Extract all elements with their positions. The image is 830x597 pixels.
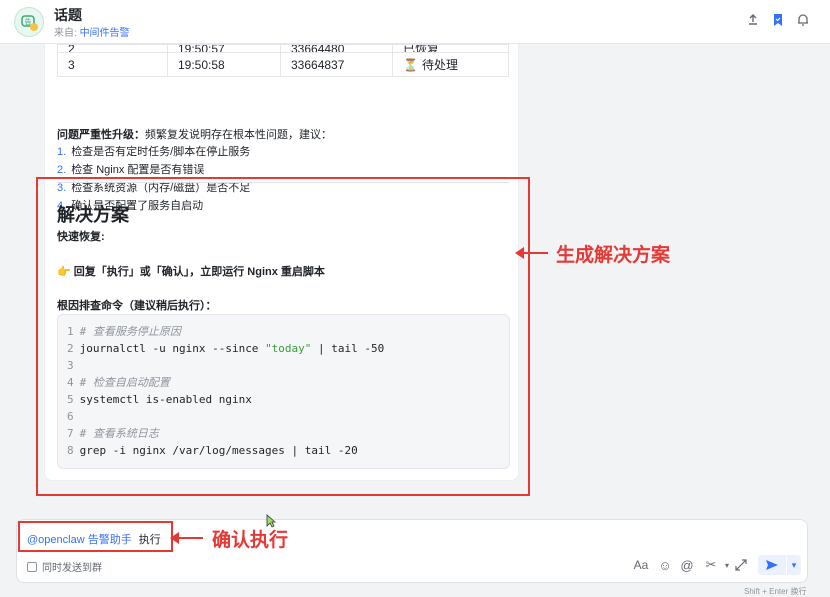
row-status: ⏳ 待处理 — [392, 52, 509, 77]
issue-summary: 问题严重性升级：频繁复发说明存在根本性问题，建议： — [57, 129, 332, 141]
solution-annotation: 生成解决方案 — [556, 245, 671, 266]
send-to-group-option[interactable]: 同时发送到群 — [27, 559, 102, 574]
expand-icon[interactable] — [733, 557, 749, 573]
send-button[interactable] — [758, 555, 786, 575]
hourglass-icon: ⏳ — [403, 58, 418, 72]
confirm-highlight-box — [18, 521, 173, 552]
mouse-cursor-icon — [266, 514, 276, 528]
source-link[interactable]: 中间件告警 — [80, 28, 130, 39]
group-avatar[interactable]: 告 — [14, 7, 44, 37]
source-info: 来自: 中间件告警 — [54, 24, 130, 39]
send-to-group-checkbox[interactable] — [27, 561, 37, 572]
table-row: 3 19:50:58 33664837 ⏳ 待处理 — [57, 52, 509, 77]
emoji-icon[interactable]: ☺ — [657, 557, 673, 573]
mention-icon[interactable]: @ — [679, 557, 695, 573]
shortcut-hint: Shift + Enter 换行 — [744, 587, 807, 596]
source-prefix: 来自: — [54, 28, 77, 39]
row-index: 3 — [57, 52, 168, 77]
svg-text:告: 告 — [25, 17, 32, 26]
send-icon — [766, 560, 778, 570]
list-item: 1. 检查是否有定时任务/脚本在停止服务 — [57, 146, 251, 158]
row-id: 33664837 — [280, 52, 393, 77]
alert-bot-icon: 告 — [21, 15, 38, 31]
bookmark-icon[interactable] — [770, 12, 786, 28]
solution-highlight-box — [36, 177, 530, 496]
share-icon[interactable] — [745, 12, 761, 28]
arrow-left-icon — [515, 247, 548, 259]
topic-header: 告 话题 来自: 中间件告警 — [0, 0, 830, 44]
checkbox-label: 同时发送到群 — [42, 563, 102, 574]
confirm-annotation: 确认执行 — [212, 530, 289, 551]
bell-icon[interactable] — [795, 12, 811, 28]
row-time: 19:50:58 — [167, 52, 281, 77]
font-format-icon[interactable]: Aa — [633, 557, 649, 573]
incident-table: 2 19:50:57 33664480 已恢复 3 19:50:58 33664… — [57, 44, 509, 77]
table-row: 2 19:50:57 33664480 已恢复 — [57, 44, 509, 53]
arrow-left-icon — [170, 532, 203, 544]
send-options-chevron-icon[interactable]: ▾ — [787, 555, 801, 575]
scissors-icon[interactable]: ✂ — [703, 557, 719, 573]
page-title: 话题 — [54, 7, 82, 23]
